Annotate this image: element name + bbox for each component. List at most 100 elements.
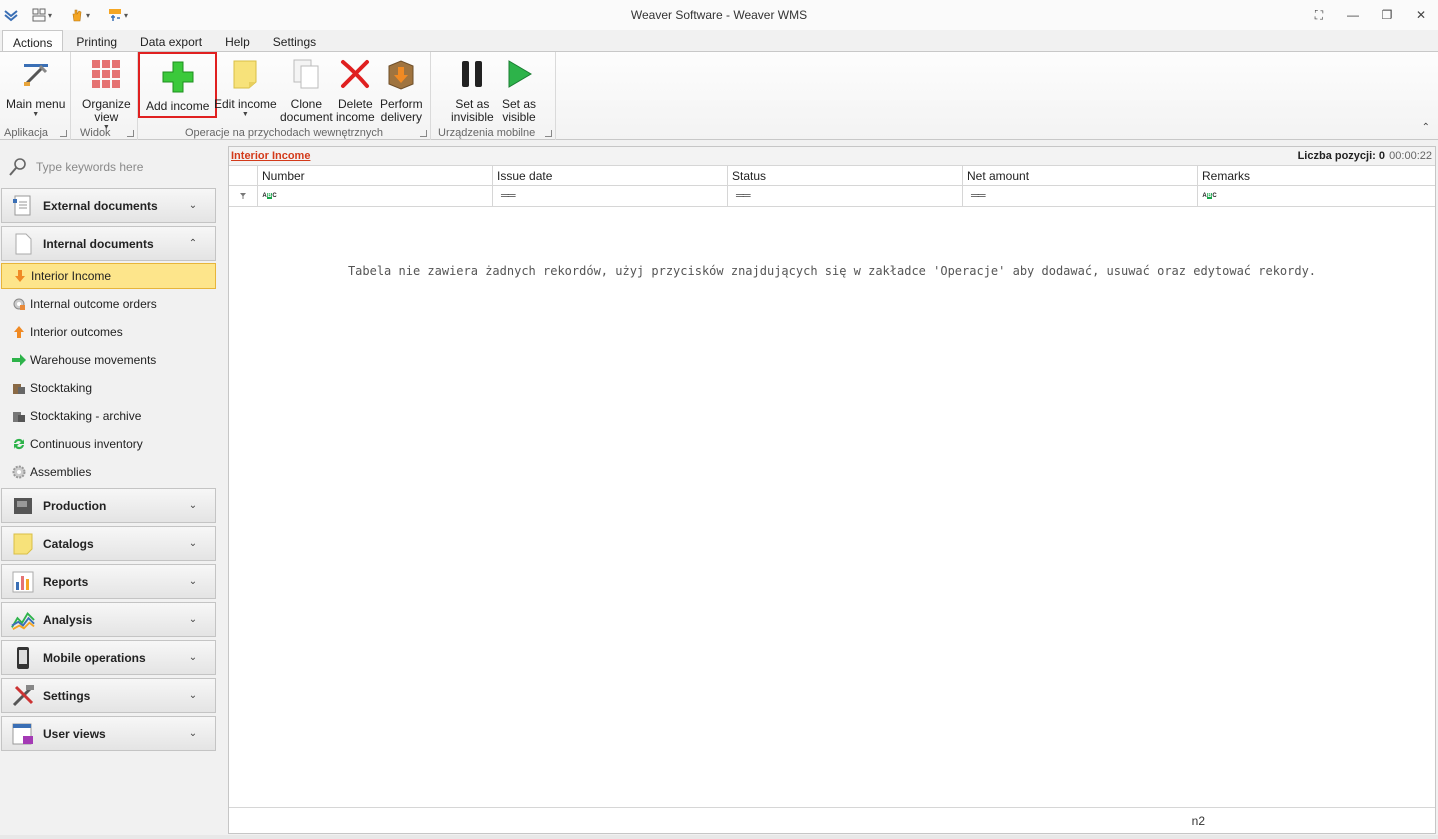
stocktaking-icon bbox=[11, 380, 27, 396]
edit-income-button[interactable]: Edit income ▼ bbox=[214, 56, 277, 119]
row-indicator-header bbox=[229, 166, 258, 185]
clone-icon bbox=[288, 56, 324, 92]
column-header-number[interactable]: Number bbox=[258, 166, 493, 185]
delete-label-2: income bbox=[336, 110, 375, 124]
column-header-net-amount[interactable]: Net amount bbox=[963, 166, 1198, 185]
panel-title[interactable]: Interior Income bbox=[231, 150, 310, 162]
window-controls: ⛶ — ❐ ✕ bbox=[1302, 4, 1438, 26]
ribbon: Main menu ▼ Aplikacja Organize view ▼ Wi… bbox=[0, 51, 1438, 140]
group-label-urzadzenia: Urządzenia mobilne bbox=[438, 127, 536, 139]
organize-view-button[interactable]: Organize view ▼ bbox=[82, 56, 131, 132]
edit-income-label: Edit income bbox=[214, 97, 277, 111]
search-box[interactable]: Type keywords here bbox=[8, 157, 213, 177]
tab-actions[interactable]: Actions bbox=[2, 30, 64, 52]
minimize-button[interactable]: — bbox=[1336, 4, 1370, 26]
grid-icon bbox=[88, 56, 124, 92]
nav-group-label: Catalogs bbox=[43, 536, 94, 551]
nav-group-label: Reports bbox=[43, 574, 89, 589]
arrow-right-icon bbox=[11, 352, 27, 368]
gear-box-icon bbox=[11, 296, 27, 312]
box-icon bbox=[383, 56, 419, 92]
data-grid: Number Issue date Status Net amount Rema… bbox=[229, 165, 1435, 207]
panel-footer: n2 bbox=[229, 807, 1435, 833]
invisible-label-2: invisible bbox=[451, 110, 494, 124]
chevron-up-icon: ⌃ bbox=[188, 238, 198, 249]
nav-group-label: Settings bbox=[43, 688, 91, 703]
nav-group-production[interactable]: Production ⌄ bbox=[1, 488, 216, 523]
nav-item-internal-outcome-orders[interactable]: Internal outcome orders bbox=[1, 291, 216, 317]
ribbon-group-widok: Organize view ▼ Widok bbox=[71, 52, 138, 140]
equals-icon: ══ bbox=[736, 190, 751, 202]
main-menu-button[interactable]: Main menu ▼ bbox=[6, 56, 65, 119]
empty-grid-message: Tabela nie zawiera żadnych rekordów, uży… bbox=[347, 264, 1317, 278]
text-filter-icon: ABC bbox=[1202, 193, 1217, 199]
nav-item-label: Interior Income bbox=[31, 269, 112, 283]
group-launcher-icon[interactable] bbox=[127, 130, 134, 137]
nav-group-catalogs[interactable]: Catalogs ⌄ bbox=[1, 526, 216, 561]
restore-button[interactable]: ❐ bbox=[1370, 4, 1404, 26]
clone-label-2: document bbox=[280, 110, 333, 124]
nav-group-internal-documents[interactable]: Internal documents ⌃ bbox=[1, 226, 216, 261]
nav-item-stocktaking-archive[interactable]: Stocktaking - archive bbox=[1, 403, 216, 429]
nav-group-mobile-operations[interactable]: Mobile operations ⌄ bbox=[1, 640, 216, 675]
group-launcher-icon[interactable] bbox=[420, 130, 427, 137]
delete-icon bbox=[337, 56, 373, 92]
filter-icon bbox=[229, 186, 258, 206]
nav-group-external-documents[interactable]: External documents ⌄ bbox=[1, 188, 216, 223]
document-icon bbox=[11, 232, 35, 256]
nav-group-user-views[interactable]: User views ⌄ bbox=[1, 716, 216, 751]
group-launcher-icon[interactable] bbox=[60, 130, 67, 137]
nav-group-label: External documents bbox=[43, 198, 158, 213]
nav-item-label: Interior outcomes bbox=[30, 325, 123, 339]
documents-icon bbox=[11, 194, 35, 218]
main-menu-icon bbox=[18, 56, 54, 92]
delete-income-button[interactable]: Delete income bbox=[336, 56, 375, 124]
chevron-down-icon: ⌄ bbox=[188, 614, 198, 625]
collapse-ribbon-icon[interactable]: ⌃ bbox=[1422, 122, 1430, 133]
close-button[interactable]: ✕ bbox=[1404, 4, 1438, 26]
nav-item-label: Internal outcome orders bbox=[30, 297, 157, 311]
clone-document-button[interactable]: Clone document bbox=[280, 56, 333, 124]
note-icon bbox=[227, 56, 263, 92]
nav-item-continuous-inventory[interactable]: Continuous inventory bbox=[1, 431, 216, 457]
filter-status[interactable]: ══ bbox=[728, 186, 963, 206]
nav-group-analysis[interactable]: Analysis ⌄ bbox=[1, 602, 216, 637]
group-launcher-icon[interactable] bbox=[545, 130, 552, 137]
search-placeholder: Type keywords here bbox=[36, 160, 144, 174]
nav-group-settings[interactable]: Settings ⌄ bbox=[1, 678, 216, 713]
main-menu-label: Main menu bbox=[6, 97, 66, 111]
filter-issue-date[interactable]: ══ bbox=[493, 186, 728, 206]
nav-group-label: Mobile operations bbox=[43, 650, 146, 665]
column-header-remarks[interactable]: Remarks bbox=[1198, 166, 1435, 185]
tab-data-export[interactable]: Data export bbox=[130, 30, 212, 52]
nav-group-reports[interactable]: Reports ⌄ bbox=[1, 564, 216, 599]
title-bar: ▾ ▾ ▾ Weaver Software - Weaver WMS ⛶ — ❐… bbox=[0, 0, 1438, 30]
filter-net-amount[interactable]: ══ bbox=[963, 186, 1198, 206]
nav-item-interior-outcomes[interactable]: Interior outcomes bbox=[1, 319, 216, 345]
nav-item-assemblies[interactable]: Assemblies bbox=[1, 459, 216, 485]
ribbon-group-operacje: Add income Edit income ▼ Clone document … bbox=[138, 52, 431, 140]
perform-delivery-button[interactable]: Perform delivery bbox=[380, 56, 423, 124]
tab-help[interactable]: Help bbox=[215, 30, 260, 52]
column-header-status[interactable]: Status bbox=[728, 166, 963, 185]
filter-number[interactable]: ABC bbox=[258, 186, 493, 206]
main-panel: Interior Income Liczba pozycji: 0 00:00:… bbox=[228, 146, 1436, 834]
set-visible-button[interactable]: Set as visible bbox=[501, 56, 537, 124]
perform-label-2: delivery bbox=[380, 110, 423, 124]
bar-chart-icon bbox=[11, 570, 35, 594]
nav-item-label: Warehouse movements bbox=[30, 353, 157, 367]
plus-icon bbox=[160, 60, 196, 94]
ribbon-group-urzadzenia: Set as invisible Set as visible Urządzen… bbox=[431, 52, 556, 140]
add-income-button[interactable]: Add income bbox=[138, 52, 218, 118]
column-header-issue-date[interactable]: Issue date bbox=[493, 166, 728, 185]
nav-group-label: Production bbox=[43, 498, 107, 513]
tab-settings[interactable]: Settings bbox=[263, 30, 326, 52]
focus-icon[interactable]: ⛶ bbox=[1302, 4, 1336, 26]
nav-item-warehouse-movements[interactable]: Warehouse movements bbox=[1, 347, 216, 373]
catalog-icon bbox=[11, 532, 35, 556]
set-invisible-button[interactable]: Set as invisible bbox=[451, 56, 494, 124]
tab-printing[interactable]: Printing bbox=[66, 30, 127, 52]
nav-item-interior-income[interactable]: Interior Income bbox=[1, 263, 216, 289]
nav-item-stocktaking[interactable]: Stocktaking bbox=[1, 375, 216, 401]
filter-remarks[interactable]: ABC bbox=[1198, 186, 1435, 206]
